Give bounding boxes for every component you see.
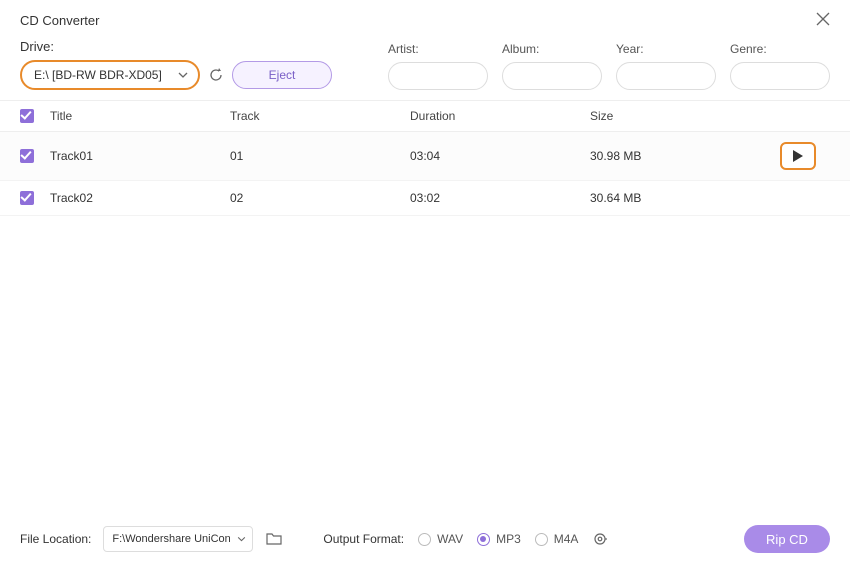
table-row[interactable]: Track02 02 03:02 30.64 MB (0, 181, 850, 216)
select-all-checkbox[interactable] (20, 109, 34, 123)
rip-cd-button[interactable]: Rip CD (744, 525, 830, 553)
drive-label: Drive: (20, 39, 332, 54)
play-icon (793, 150, 803, 162)
format-radio-label: WAV (437, 532, 463, 546)
album-input[interactable] (502, 62, 602, 90)
chevron-down-icon (237, 537, 246, 542)
radio-icon (418, 533, 431, 546)
col-track: Track (230, 109, 410, 123)
genre-label: Genre: (730, 42, 830, 56)
cell-duration: 03:04 (410, 149, 590, 163)
file-location-select[interactable]: F:\Wondershare UniConverter (103, 526, 253, 552)
genre-input[interactable] (730, 62, 830, 90)
format-radio-label: MP3 (496, 532, 521, 546)
table-header: Title Track Duration Size (0, 100, 850, 132)
close-icon[interactable] (810, 8, 836, 33)
col-title: Title (50, 109, 230, 123)
row-checkbox[interactable] (20, 149, 34, 163)
year-input[interactable] (616, 62, 716, 90)
row-checkbox[interactable] (20, 191, 34, 205)
format-radio-label: M4A (554, 532, 579, 546)
cell-title: Track02 (50, 191, 230, 205)
play-button[interactable] (780, 142, 816, 170)
window-title: CD Converter (20, 13, 99, 28)
cell-duration: 03:02 (410, 191, 590, 205)
table-row[interactable]: Track01 01 03:04 30.98 MB (0, 132, 850, 181)
radio-icon (477, 533, 490, 546)
chevron-down-icon (178, 72, 188, 78)
settings-icon[interactable] (592, 531, 608, 547)
cell-size: 30.64 MB (590, 191, 780, 205)
file-location-value: F:\Wondershare UniConverter (112, 533, 230, 545)
col-size: Size (590, 109, 780, 123)
cell-track: 01 (230, 149, 410, 163)
drive-select[interactable]: E:\ [BD-RW BDR-XD05] (20, 60, 200, 90)
artist-input[interactable] (388, 62, 488, 90)
cell-size: 30.98 MB (590, 149, 780, 163)
cell-title: Track01 (50, 149, 230, 163)
format-radio-mp3[interactable]: MP3 (477, 532, 521, 546)
format-radio-wav[interactable]: WAV (418, 532, 463, 546)
artist-label: Artist: (388, 42, 488, 56)
drive-select-value: E:\ [BD-RW BDR-XD05] (34, 68, 162, 82)
folder-icon[interactable] (265, 530, 283, 548)
album-label: Album: (502, 42, 602, 56)
cell-track: 02 (230, 191, 410, 205)
format-radio-m4a[interactable]: M4A (535, 532, 579, 546)
refresh-icon[interactable] (208, 67, 224, 83)
file-location-label: File Location: (20, 532, 91, 546)
eject-button[interactable]: Eject (232, 61, 332, 89)
output-format-label: Output Format: (323, 532, 404, 546)
year-label: Year: (616, 42, 716, 56)
radio-icon (535, 533, 548, 546)
col-duration: Duration (410, 109, 590, 123)
